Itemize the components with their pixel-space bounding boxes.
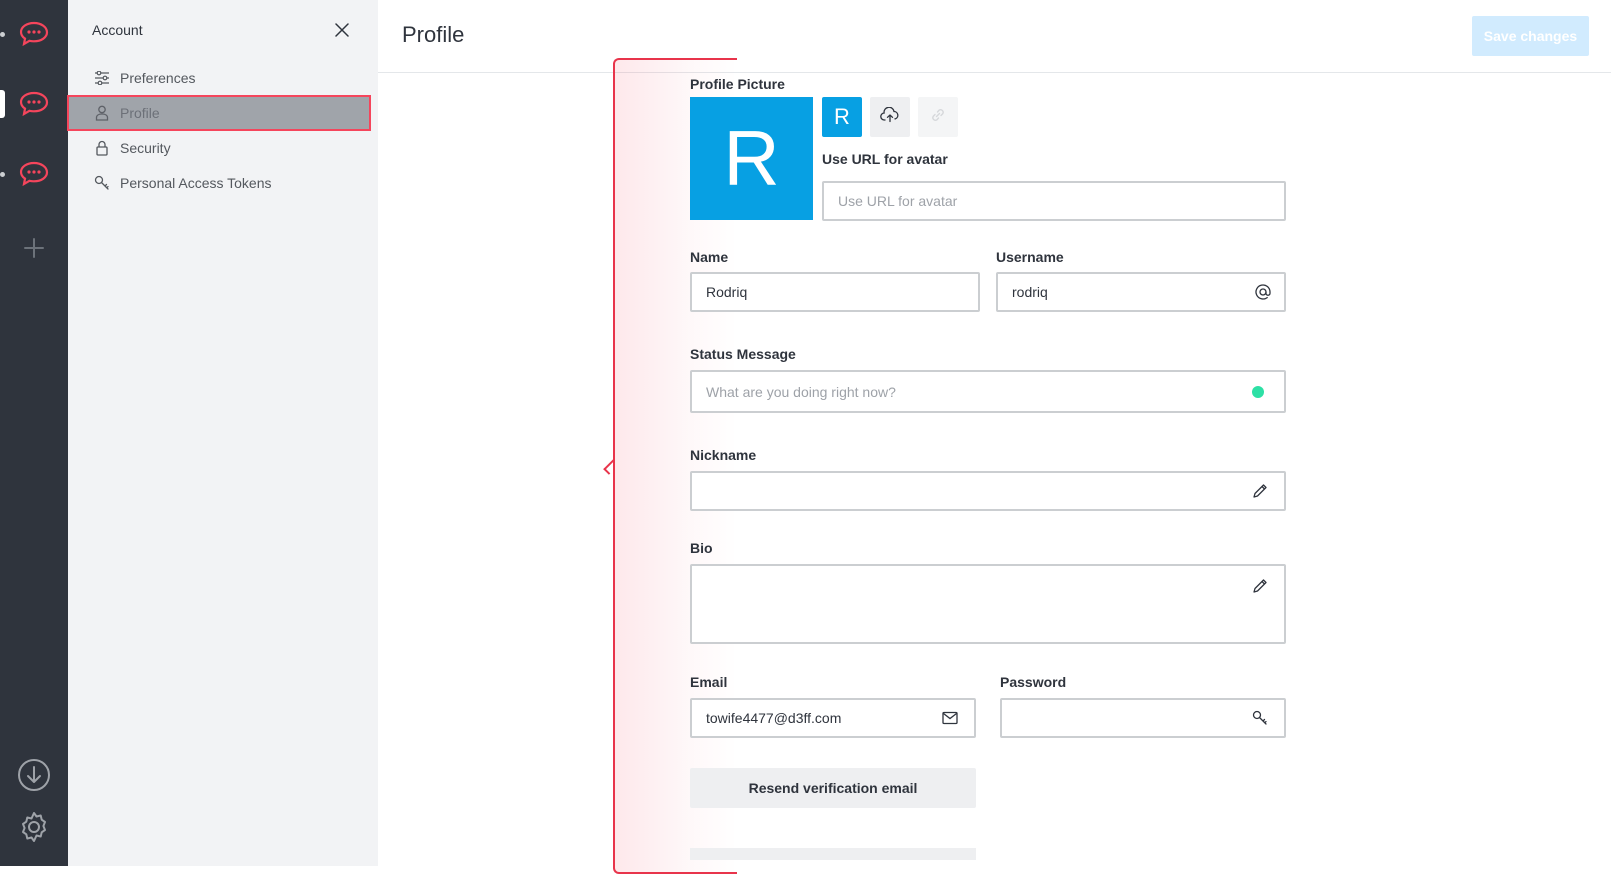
name-input[interactable]: Rodriq — [690, 272, 980, 312]
page-title: Profile — [402, 22, 465, 47]
password-label: Password — [1000, 674, 1067, 690]
save-changes-button[interactable]: Save changes — [1472, 16, 1589, 56]
status-online-dot[interactable] — [1252, 385, 1264, 398]
status-message-label: Status Message — [690, 346, 796, 362]
lock-icon — [94, 140, 110, 156]
page-header: Profile Save changes — [378, 0, 1611, 73]
link-icon — [929, 106, 947, 129]
status-message-input[interactable]: What are you doing right now? — [690, 370, 1286, 413]
key-icon — [1252, 710, 1268, 726]
close-icon[interactable] — [330, 18, 354, 42]
avatar: R — [690, 97, 813, 220]
username-input[interactable]: rodriq — [996, 272, 1286, 312]
server-rocketchat-icon[interactable] — [16, 86, 52, 122]
avatar-option-letter: R — [834, 104, 850, 129]
pencil-icon — [1252, 578, 1268, 594]
server-active-indicator — [0, 90, 5, 118]
sidebar-item-profile[interactable]: Profile — [67, 95, 371, 131]
sidebar-item-label: Personal Access Tokens — [120, 175, 272, 191]
sidebar-item-label: Profile — [120, 105, 160, 121]
server-rail — [0, 0, 68, 866]
bio-label: Bio — [690, 540, 713, 556]
account-sidebar: Account Preferences Profile Security Per… — [67, 0, 378, 866]
settings-gear-icon[interactable] — [16, 809, 52, 845]
sidebar-item-security[interactable]: Security — [68, 131, 378, 165]
resend-verification-email-button[interactable]: Resend verification email — [690, 768, 976, 808]
server-unread-dot — [0, 32, 5, 37]
email-value: towife4477@d3ff.com — [706, 710, 842, 726]
upload-avatar-button[interactable] — [870, 97, 910, 137]
name-label: Name — [690, 249, 729, 265]
avatar-url-link-button[interactable] — [918, 97, 958, 137]
sidebar-item-preferences[interactable]: Preferences — [68, 61, 378, 95]
bio-textarea[interactable] — [690, 564, 1286, 644]
mail-icon — [942, 711, 958, 725]
use-url-label: Use URL for avatar — [822, 151, 948, 167]
pencil-icon — [1252, 483, 1268, 499]
at-sign-icon — [1254, 283, 1272, 301]
server-rocketchat-icon[interactable] — [16, 156, 52, 192]
name-value: Rodriq — [706, 284, 748, 300]
key-icon — [94, 175, 110, 191]
next-button-partial[interactable] — [690, 848, 976, 860]
email-label: Email — [690, 674, 728, 690]
add-server-icon[interactable] — [16, 230, 52, 266]
sidebar-title: Account — [92, 22, 143, 38]
avatar-option-initial[interactable]: R — [822, 97, 862, 137]
avatar-url-input[interactable]: Use URL for avatar — [822, 181, 1286, 221]
main-content: Profile Save changes — [378, 0, 1611, 881]
user-icon — [94, 105, 110, 121]
password-input[interactable] — [1000, 698, 1286, 738]
username-label: Username — [996, 249, 1064, 265]
sliders-icon — [94, 70, 110, 86]
sidebar-item-label: Security — [120, 140, 171, 156]
server-unread-dot — [0, 172, 5, 177]
avatar-url-placeholder: Use URL for avatar — [838, 193, 958, 209]
download-icon[interactable] — [16, 757, 52, 793]
profile-picture-label: Profile Picture — [690, 76, 785, 92]
nickname-label: Nickname — [690, 447, 757, 463]
sidebar-item-label: Preferences — [120, 70, 196, 86]
email-input[interactable]: towife4477@d3ff.com — [690, 698, 976, 738]
server-rocketchat-icon[interactable] — [16, 16, 52, 52]
nickname-input[interactable] — [690, 471, 1286, 511]
status-message-placeholder: What are you doing right now? — [706, 383, 896, 400]
username-value: rodriq — [1012, 284, 1048, 300]
sidebar-item-personal-access-tokens[interactable]: Personal Access Tokens — [68, 166, 378, 200]
cloud-upload-icon — [880, 106, 900, 128]
